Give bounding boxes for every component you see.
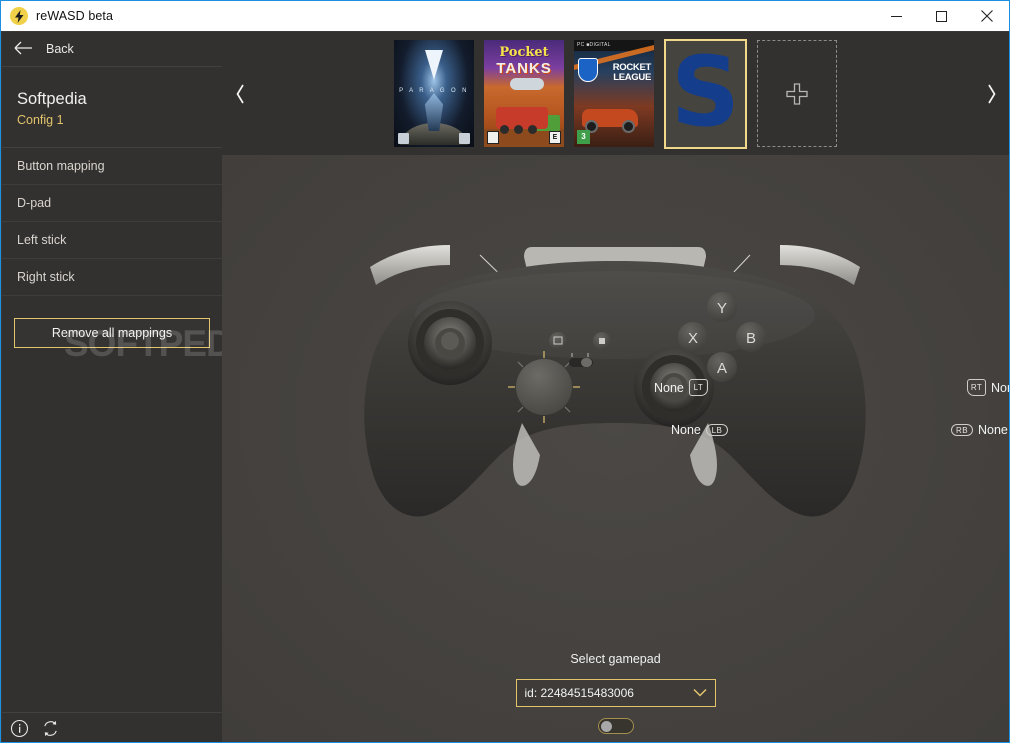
mapping-label-lb[interactable]: None LB (671, 423, 728, 437)
sidebar-item-left-stick[interactable]: Left stick (2, 222, 222, 259)
remove-all-mappings-label: Remove all mappings (51, 326, 173, 340)
button-badge-lt: LT (688, 379, 708, 396)
game-strip: P A R A G O N Pocket TANKS E PC ■DIGITAL… (222, 32, 1009, 155)
maximize-button[interactable] (919, 1, 964, 31)
profile-name: Softpedia (17, 90, 87, 108)
strip-next-button[interactable] (973, 32, 1009, 155)
svg-text:B: B (746, 330, 756, 347)
gamepad-enable-toggle[interactable] (597, 718, 634, 734)
cover-shield-icon (578, 58, 598, 82)
arrow-left-icon (14, 41, 36, 57)
back-label: Back (46, 42, 74, 56)
game-cover-art: Pocket TANKS E (484, 40, 564, 147)
svg-text:Y: Y (717, 300, 727, 317)
close-button[interactable] (964, 1, 1009, 31)
svg-text:X: X (688, 330, 698, 347)
sidebar-item-label: D-pad (17, 196, 52, 210)
mapping-label-rt[interactable]: RT None (967, 379, 1009, 396)
cover-publisher-badge (459, 133, 470, 144)
softpedia-letter: S (670, 38, 741, 148)
svg-text:A: A (717, 360, 727, 377)
game-tile-softpedia[interactable]: S (664, 38, 747, 149)
sidebar-footer (2, 712, 222, 742)
cover-cloud (510, 78, 544, 90)
sidebar: Back Softpedia Config 1 Button mapping D… (2, 32, 222, 742)
gamepad-select-dropdown[interactable]: id: 22484515483006 (515, 679, 716, 707)
info-icon[interactable] (10, 719, 29, 738)
sidebar-item-label: Left stick (17, 233, 67, 247)
rewasd-window: reWASD beta Back Softpedia Config 1 Butt… (0, 0, 1010, 743)
game-tile-pocket-tanks[interactable]: Pocket TANKS E (484, 40, 564, 147)
mapping-value-lt: None (654, 380, 684, 395)
cover-tank-wheel (514, 125, 523, 134)
game-cover-title-line2: LEAGUE (613, 72, 651, 83)
game-cover-title-bottom: TANKS (496, 60, 552, 77)
sidebar-item-label: Right stick (17, 270, 75, 284)
button-badge-rt: RT (967, 379, 986, 396)
sidebar-item-dpad[interactable]: D-pad (2, 185, 222, 222)
mapping-label-lt[interactable]: None LT (654, 379, 708, 396)
game-tiles: P A R A G O N Pocket TANKS E PC ■DIGITAL… (258, 38, 973, 149)
profile-block[interactable]: Softpedia Config 1 (2, 67, 222, 148)
lightning-bolt-icon (10, 7, 28, 25)
cover-rating-badge: 3 (577, 130, 590, 144)
cover-car-wheel (622, 120, 635, 133)
select-gamepad-label: Select gamepad (570, 652, 661, 666)
gamepad-select-value: id: 22484515483006 (524, 686, 634, 700)
chevron-down-icon (692, 686, 707, 700)
main-panel: Y X B A None LT None LB RT None (222, 155, 1009, 742)
sidebar-item-right-stick[interactable]: Right stick (2, 259, 222, 296)
xbox-elite-controller[interactable]: Y X B A (222, 155, 1009, 585)
toggle-knob (600, 721, 612, 732)
cover-rating-badge (398, 133, 409, 144)
minimize-button[interactable] (874, 1, 919, 31)
game-cover-art: PC ■DIGITAL ROCKET LEAGUE 3 (574, 40, 654, 147)
mapping-value-rb: None (978, 423, 1008, 437)
game-cover-title-top: Pocket (499, 45, 549, 60)
game-tile-paragon[interactable]: P A R A G O N (394, 40, 474, 147)
title-bar: reWASD beta (1, 1, 1009, 31)
back-button[interactable]: Back (2, 32, 222, 67)
plus-icon (786, 82, 808, 105)
sidebar-item-button-mapping[interactable]: Button mapping (2, 148, 222, 185)
cover-rating-badge: E (549, 131, 561, 144)
cover-tank-wheel (500, 125, 509, 134)
strip-prev-button[interactable] (222, 32, 258, 155)
button-badge-rb: RB (951, 424, 973, 436)
game-cover-art: P A R A G O N (394, 40, 474, 147)
game-tile-add[interactable] (757, 40, 837, 147)
sidebar-item-label: Button mapping (17, 159, 105, 173)
gamepad-selector-section: Select gamepad id: 22484515483006 (222, 652, 1009, 734)
mapping-label-rb[interactable]: RB None (951, 423, 1008, 437)
mapping-value-rt: None (991, 380, 1009, 395)
remove-all-mappings-button[interactable]: Remove all mappings (14, 318, 210, 348)
refresh-icon[interactable] (41, 719, 60, 738)
gamepad-diagram: Y X B A None LT None LB RT None (222, 155, 1009, 585)
window-controls (874, 1, 1009, 31)
mapping-value-lb: None (671, 423, 701, 437)
cover-tank-wheel (528, 125, 537, 134)
game-tile-rocket-league[interactable]: PC ■DIGITAL ROCKET LEAGUE 3 (574, 40, 654, 147)
profile-config: Config 1 (17, 113, 64, 127)
cover-publisher-badge (487, 131, 499, 144)
sword-icon (425, 50, 443, 80)
window-title: reWASD beta (36, 9, 114, 23)
button-badge-lb: LB (705, 424, 728, 436)
